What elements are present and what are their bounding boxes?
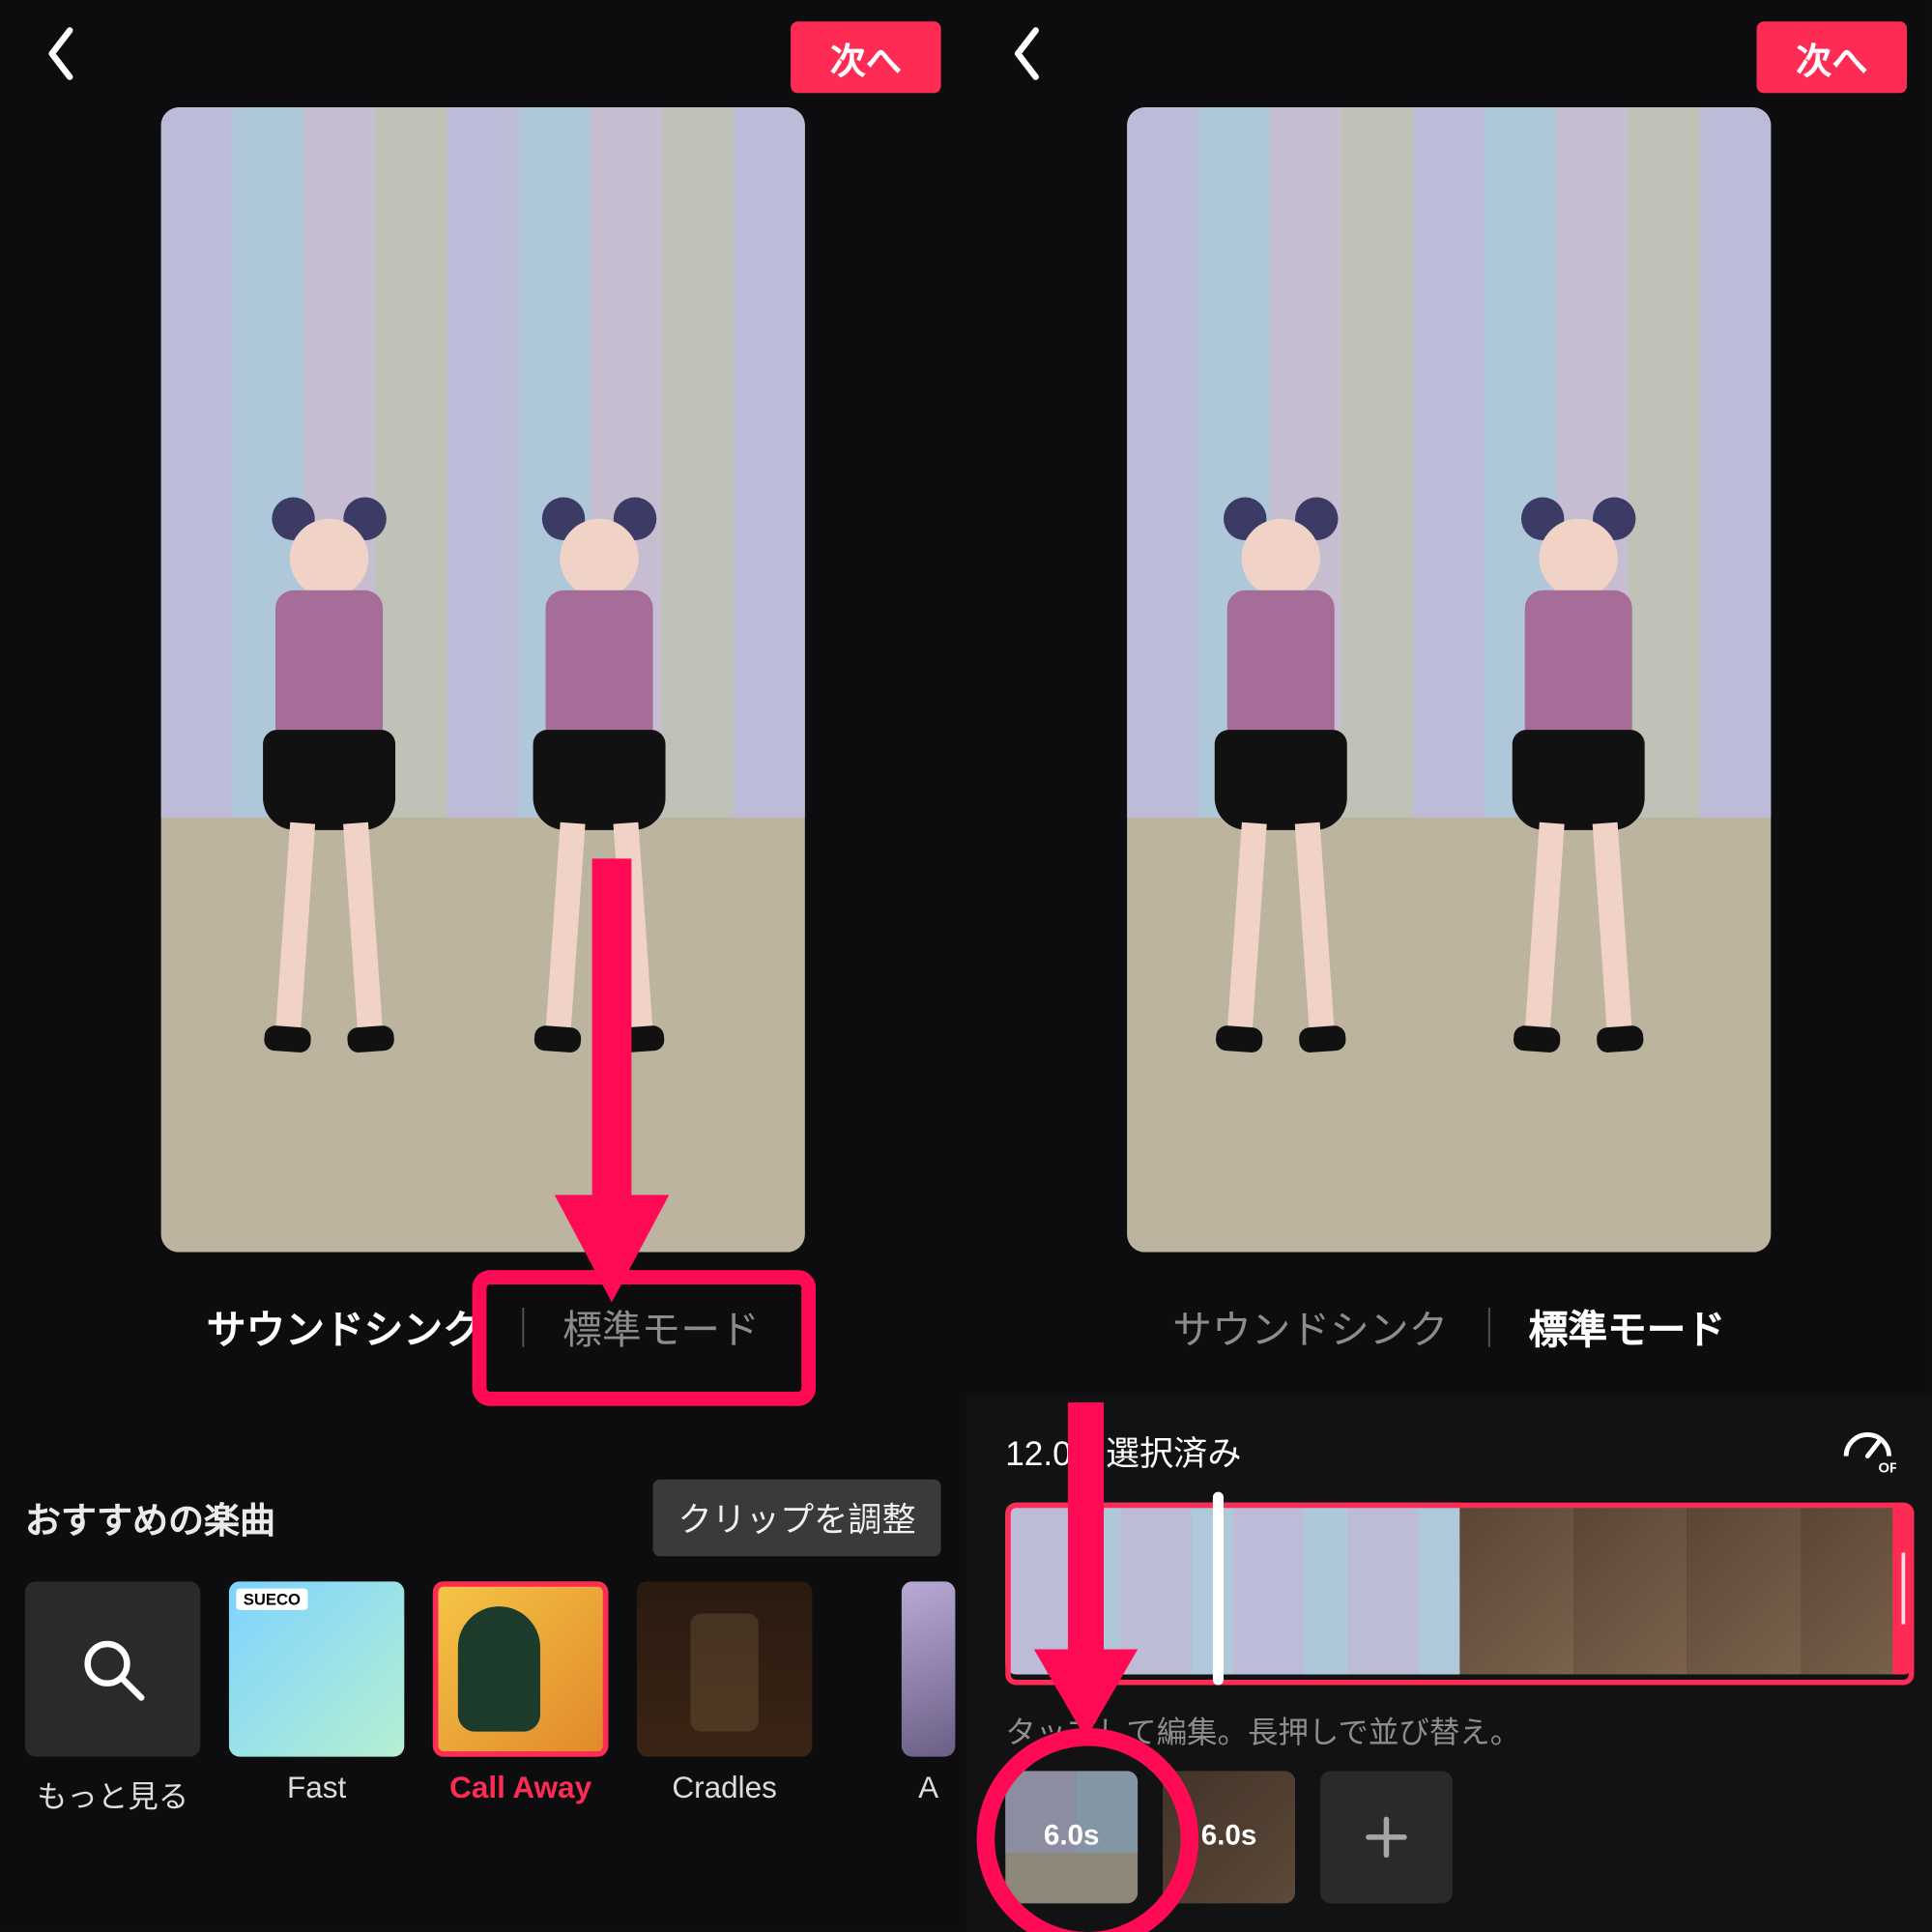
clip-item[interactable]: 6.0s	[1163, 1771, 1295, 1903]
add-clip-button[interactable]	[1320, 1771, 1453, 1903]
music-tile-search[interactable]: もっと見る	[25, 1581, 200, 1886]
music-tile-label: Call Away	[449, 1771, 591, 1806]
recommend-header: おすすめの楽曲 クリップを調整	[25, 1482, 941, 1553]
plus-icon	[1362, 1812, 1412, 1862]
mode-tabs: サウンドシンク 標準モード	[966, 1288, 1931, 1367]
top-bar: 次へ	[0, 0, 966, 103]
next-label: 次へ	[1796, 31, 1867, 83]
music-tile-label: Cradles	[672, 1771, 776, 1806]
tab-sound-sync[interactable]: サウンドシンク	[207, 1299, 482, 1356]
next-button[interactable]: 次へ	[791, 21, 940, 93]
video-preview[interactable]	[1127, 107, 1771, 1253]
timeline-panel: 12.0秒選択済み OFF タップして編集。長押しで並び替え。	[966, 1396, 1931, 1932]
back-button[interactable]	[991, 18, 1062, 90]
search-icon	[77, 1633, 149, 1705]
tab-sound-sync[interactable]: サウンドシンク	[1172, 1299, 1448, 1356]
timeline[interactable]	[1005, 1503, 1914, 1675]
recommend-title: おすすめの楽曲	[25, 1491, 275, 1543]
tab-standard[interactable]: 標準モード	[1529, 1299, 1726, 1356]
timeline-playhead[interactable]	[1213, 1492, 1224, 1686]
next-label: 次へ	[830, 31, 902, 83]
music-tile-call-away[interactable]: Call Away	[433, 1581, 608, 1886]
timeline-trim-handle[interactable]	[1892, 1503, 1914, 1675]
video-preview[interactable]	[161, 107, 805, 1253]
back-button[interactable]	[25, 18, 97, 90]
clip-duration: 6.0s	[1044, 1821, 1100, 1853]
chevron-left-icon	[1011, 27, 1043, 81]
music-tile-partial[interactable]: A	[841, 1581, 966, 1886]
music-tile-label: Fast	[287, 1771, 346, 1806]
selection-length-label: 12.0秒選択済み	[1005, 1427, 1241, 1476]
tab-standard[interactable]: 標準モード	[562, 1299, 760, 1356]
album-tag: SUECO	[236, 1589, 307, 1610]
music-tile-cradles[interactable]: Cradles	[637, 1581, 812, 1886]
music-tile-label: A	[918, 1771, 938, 1806]
screen-sound-sync: 次へ サウンドシンク 標準モード おすすめの楽	[0, 0, 966, 1932]
mode-divider	[1487, 1308, 1489, 1347]
screen-standard-mode: 次へ サウンドシンク 標準モード 12.0秒選	[966, 0, 1931, 1932]
music-tile-label: もっと見る	[37, 1771, 188, 1815]
clip-item[interactable]: 6.0s	[1005, 1771, 1138, 1903]
svg-text:OFF: OFF	[1878, 1460, 1896, 1474]
music-tile-fast[interactable]: SUECO Fast	[229, 1581, 404, 1886]
clip-duration: 6.0s	[1201, 1821, 1257, 1853]
clip-list: 6.0s 6.0s	[1005, 1771, 1453, 1914]
music-row[interactable]: もっと見る SUECO Fast Call Away Cradles A	[25, 1581, 966, 1886]
chevron-left-icon	[44, 27, 76, 81]
speed-off-icon[interactable]: OFF	[1839, 1417, 1896, 1474]
next-button[interactable]: 次へ	[1757, 21, 1907, 93]
edit-hint: タップして編集。長押しで並び替え。	[1005, 1707, 1520, 1751]
adjust-clip-button[interactable]: クリップを調整	[653, 1479, 941, 1556]
mode-divider	[522, 1308, 524, 1347]
mode-tabs: サウンドシンク 標準モード	[0, 1288, 966, 1367]
top-bar: 次へ	[966, 0, 1931, 103]
